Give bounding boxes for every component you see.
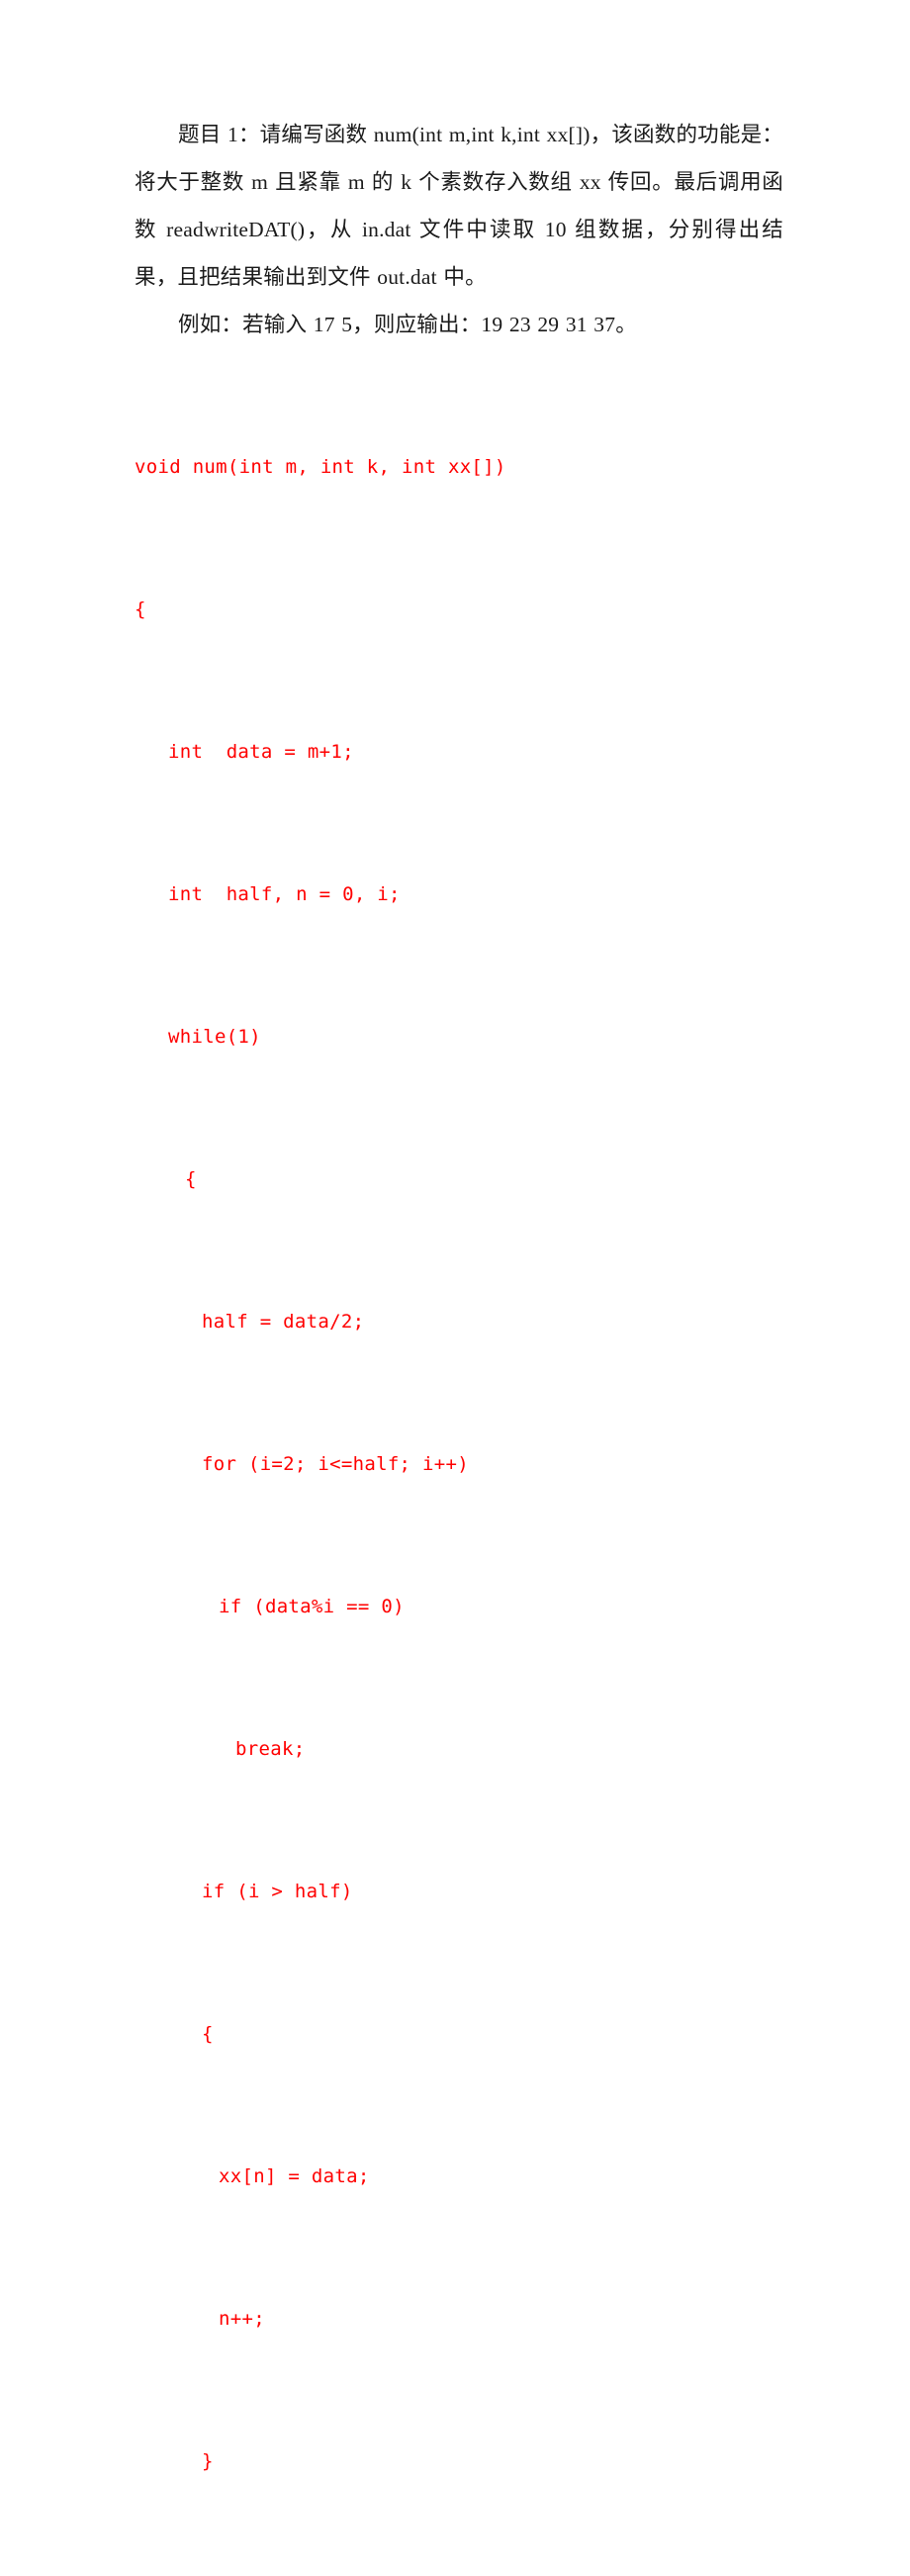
document-page: 题目 1：请编写函数 num(int m,int k,int xx[])，该函数… (0, 0, 910, 2472)
code-line: half = data/2; (202, 1311, 365, 1333)
code-block-num-function: void num(int m, int k, int xx[]) { int d… (135, 348, 783, 2576)
code-line: for (i=2; i<=half; i++) (202, 1453, 469, 1475)
code-line: break; (235, 1738, 306, 1760)
code-line: while(1) (168, 1026, 261, 1048)
code-line: int half, n = 0, i; (168, 883, 401, 905)
code-line: { (135, 598, 146, 620)
paragraph-example-statement: 例如：若输入 17 5，则应输出：19 23 29 31 37。 (178, 313, 637, 336)
code-line: { (202, 2023, 214, 2045)
code-line: if (i > half) (202, 1881, 353, 1902)
code-line: xx[n] = data; (219, 2165, 370, 2187)
code-line: n++; (219, 2308, 265, 2330)
code-line: int data = m+1; (168, 741, 354, 763)
page-content: 题目 1：请编写函数 num(int m,int k,int xx[])，该函数… (135, 111, 783, 2576)
code-line: void num(int m, int k, int xx[]) (135, 456, 506, 478)
code-line: if (data%i == 0) (219, 1596, 405, 1617)
code-line: } (202, 2450, 214, 2472)
code-line: { (185, 1168, 197, 1190)
paragraph-problem-statement: 题目 1：请编写函数 num(int m,int k,int xx[])，该函数… (135, 123, 783, 289)
